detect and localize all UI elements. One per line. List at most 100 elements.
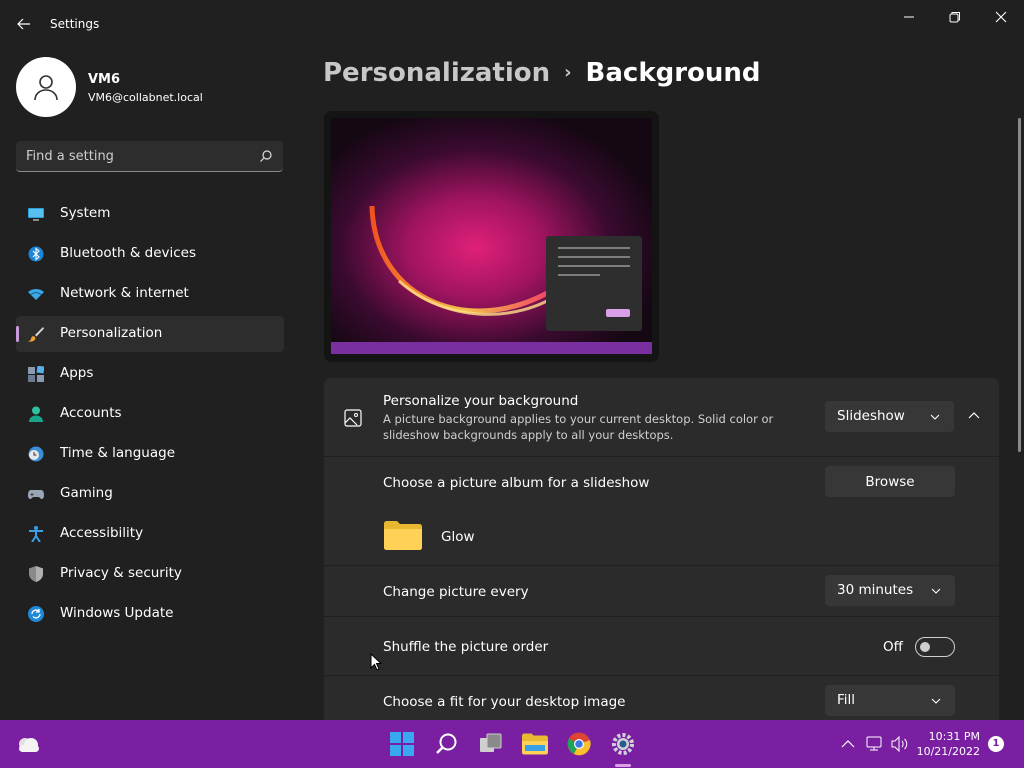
- windows-logo-icon: [390, 732, 414, 756]
- cloud-icon: [19, 738, 39, 752]
- search-box[interactable]: [16, 141, 283, 172]
- shuffle-card: Shuffle the picture order Off: [324, 617, 999, 675]
- window-title: Settings: [50, 17, 100, 31]
- volume-tray-button[interactable]: [886, 730, 914, 758]
- shield-icon: [29, 566, 43, 582]
- gear-icon: [612, 733, 634, 755]
- restore-button[interactable]: [932, 6, 978, 28]
- scrollbar[interactable]: [1018, 118, 1021, 452]
- date: 10/21/2022: [916, 745, 980, 758]
- sidebar-item-label: Network & internet: [60, 285, 189, 301]
- shuffle-label: Shuffle the picture order: [383, 639, 549, 655]
- change-picture-label: Change picture every: [383, 584, 529, 600]
- chevron-up-icon[interactable]: [968, 411, 980, 421]
- task-view-button[interactable]: [477, 730, 505, 758]
- network-icon: [866, 736, 882, 751]
- file-explorer-button[interactable]: [521, 730, 549, 758]
- minimize-icon: [904, 16, 914, 18]
- sidebar-item-privacy[interactable]: Privacy & security: [16, 556, 284, 592]
- update-icon: [28, 606, 44, 622]
- shuffle-toggle[interactable]: [915, 637, 955, 657]
- sidebar-item-accessibility[interactable]: Accessibility: [16, 516, 284, 552]
- network-tray-button[interactable]: [861, 730, 889, 758]
- user-name: VM6: [88, 72, 121, 87]
- start-button[interactable]: [388, 730, 416, 758]
- sidebar-item-label: Windows Update: [60, 605, 174, 621]
- search-input[interactable]: [26, 146, 246, 166]
- sidebar-item-system[interactable]: System: [16, 196, 284, 232]
- browse-button[interactable]: Browse: [825, 466, 955, 497]
- sidebar-item-windows-update[interactable]: Windows Update: [16, 596, 284, 632]
- change-interval-value: 30 minutes: [837, 582, 914, 598]
- desktop-preview: [324, 111, 659, 362]
- restore-icon: [949, 12, 960, 23]
- page-title: Background: [585, 58, 761, 88]
- sidebar-item-label: Personalization: [60, 325, 163, 341]
- change-interval-dropdown[interactable]: 30 minutes: [825, 575, 955, 606]
- chevron-up-icon: [841, 740, 855, 748]
- person-icon: [29, 406, 43, 422]
- search-icon: [436, 733, 457, 754]
- sidebar-item-apps[interactable]: Apps: [16, 356, 284, 392]
- sidebar-item-label: Gaming: [60, 485, 113, 501]
- weather-widget[interactable]: [14, 730, 42, 758]
- sidebar-item-label: Bluetooth & devices: [60, 245, 197, 261]
- arrow-left-icon: [17, 18, 30, 30]
- brush-icon: [28, 327, 44, 342]
- change-picture-card: Change picture every 30 minutes: [324, 566, 999, 616]
- chevron-down-icon: [930, 414, 940, 420]
- folder-icon: [522, 733, 548, 755]
- avatar[interactable]: [16, 57, 76, 117]
- album-name: Glow: [441, 529, 475, 545]
- sidebar-item-time-language[interactable]: Time & language: [16, 436, 284, 472]
- personalize-background-card: Personalize your background A picture ba…: [324, 378, 999, 456]
- breadcrumb: Personalization › Background: [323, 58, 761, 88]
- sidebar-item-bluetooth[interactable]: Bluetooth & devices: [16, 236, 284, 272]
- album-label: Choose a picture album for a slideshow: [383, 475, 650, 491]
- user-email: VM6@collabnet.local: [88, 91, 203, 104]
- sidebar-item-gaming[interactable]: Gaming: [16, 476, 284, 512]
- close-icon: [995, 11, 1007, 23]
- clock[interactable]: 10:31 PM 10/21/2022: [917, 729, 980, 759]
- title-bar: Settings: [0, 0, 1024, 48]
- sidebar-item-label: Privacy & security: [60, 565, 182, 581]
- sidebar-item-personalization[interactable]: Personalization: [16, 316, 284, 352]
- accessibility-icon: [29, 526, 43, 542]
- sidebar-item-label: Accounts: [60, 405, 122, 421]
- person-icon: [34, 75, 58, 101]
- folder-icon: [384, 521, 422, 550]
- show-hidden-icons-button[interactable]: [834, 730, 862, 758]
- bluetooth-icon: [28, 246, 44, 262]
- notification-badge[interactable]: 1: [988, 736, 1004, 752]
- active-app-indicator: [615, 764, 631, 767]
- minimize-button[interactable]: [886, 6, 932, 28]
- close-button[interactable]: [978, 6, 1024, 28]
- slideshow-album-card: Choose a picture album for a slideshow B…: [324, 457, 999, 565]
- fit-dropdown[interactable]: Fill: [825, 685, 955, 716]
- time: 10:31 PM: [928, 730, 980, 743]
- taskbar-search-button[interactable]: [433, 730, 461, 758]
- chrome-icon: [567, 732, 591, 756]
- chevron-down-icon: [931, 588, 941, 594]
- background-type-dropdown[interactable]: Slideshow: [825, 401, 954, 432]
- toggle-knob: [920, 642, 930, 652]
- wallpaper-image: [324, 111, 659, 362]
- sidebar-item-label: Accessibility: [60, 525, 144, 541]
- clock-globe-icon: [28, 446, 44, 462]
- back-button[interactable]: [10, 12, 38, 36]
- sidebar-item-label: Time & language: [60, 445, 176, 461]
- breadcrumb-parent[interactable]: Personalization: [323, 58, 550, 88]
- chrome-button[interactable]: [565, 730, 593, 758]
- monitor-icon: [28, 208, 44, 221]
- shuffle-state: Off: [883, 639, 903, 655]
- sidebar-item-network[interactable]: Network & internet: [16, 276, 284, 312]
- fit-value: Fill: [837, 692, 856, 708]
- background-type-value: Slideshow: [837, 408, 905, 424]
- personalize-description: A picture background applies to your cur…: [383, 412, 774, 442]
- search-icon[interactable]: [259, 149, 273, 163]
- sidebar-item-accounts[interactable]: Accounts: [16, 396, 284, 432]
- mouse-cursor-icon: [370, 653, 382, 671]
- sidebar-item-label: Apps: [60, 365, 94, 381]
- settings-taskbar-button[interactable]: [609, 730, 637, 758]
- active-indicator: [16, 326, 19, 342]
